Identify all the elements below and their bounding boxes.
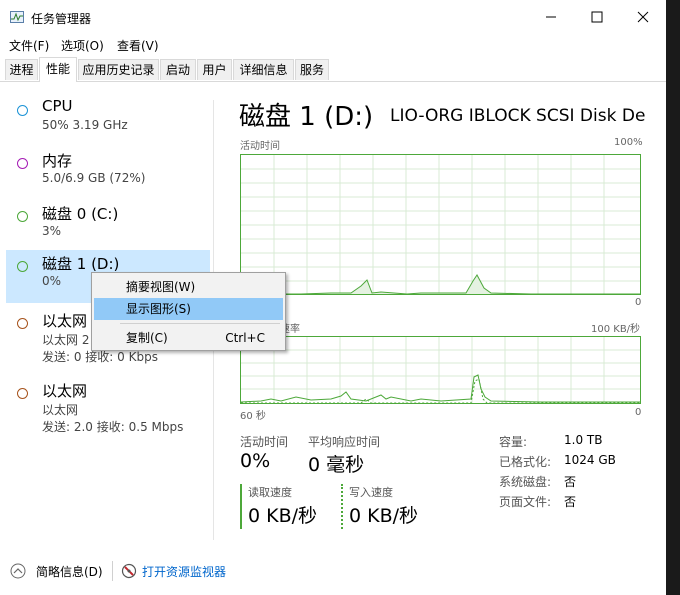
read-speed-label: 读取速度 — [248, 486, 292, 499]
minimize-icon — [546, 16, 556, 18]
ethernet-indicator-icon — [17, 318, 28, 329]
capacity-value: 1.0 TB — [564, 433, 603, 447]
graph1-max: 100% — [614, 137, 643, 148]
system-disk-value: 否 — [564, 475, 577, 489]
context-menu: 摘要视图(W) 显示图形(S) 复制(C) Ctrl+C — [91, 272, 286, 351]
device-ethernet[interactable]: 以太网 以太网 发送: 2.0 接收: 0.5 Mbps — [6, 377, 210, 437]
active-time-value: 0% — [240, 450, 271, 472]
window-title: 任务管理器 — [31, 12, 92, 26]
brief-info-link[interactable]: 简略信息(D) — [36, 563, 103, 580]
menu-view[interactable]: 查看(V) — [117, 37, 159, 54]
disk-indicator-icon — [17, 211, 28, 222]
menu-show-graph[interactable]: 显示图形(S) — [94, 298, 283, 320]
activity-graph-plot — [241, 155, 640, 294]
menu-separator — [120, 323, 280, 324]
activity-graph — [240, 154, 641, 295]
graph2-min: 0 — [635, 407, 642, 418]
device-throughput: 发送: 2.0 接收: 0.5 Mbps — [42, 420, 184, 434]
device-title: 磁盘 1 (D:) — [239, 102, 374, 132]
open-resource-monitor-link[interactable]: 打开资源监视器 — [142, 563, 226, 580]
tab-startup[interactable]: 启动 — [160, 59, 196, 80]
device-name: CPU — [42, 97, 73, 115]
device-status: 以太网 2 — [42, 333, 90, 347]
device-status: 5.0/6.9 GB (72%) — [42, 171, 146, 185]
device-name: 以太网 — [42, 312, 88, 330]
device-name: 内存 — [42, 152, 73, 170]
page-file-label: 页面文件: — [499, 495, 552, 509]
tab-services[interactable]: 服务 — [295, 59, 329, 80]
read-speed: 读取速度 0 KB/秒 — [240, 484, 317, 529]
device-disk-0[interactable]: 磁盘 0 (C:) 3% — [6, 200, 210, 253]
formatted-label: 已格式化: — [499, 455, 552, 469]
menu-item-label: 显示图形(S) — [126, 302, 191, 316]
graph1-min: 0 — [635, 297, 642, 308]
device-name: 磁盘 1 (D:) — [42, 255, 120, 273]
menu-item-label: 摘要视图(W) — [126, 280, 196, 294]
resource-monitor-icon[interactable] — [121, 563, 137, 579]
tab-processes[interactable]: 进程 — [5, 59, 38, 80]
footer: 简略信息(D) 打开资源监视器 — [0, 555, 666, 587]
tab-details[interactable]: 详细信息 — [233, 59, 294, 80]
page-file-value: 否 — [564, 495, 577, 509]
system-disk-label: 系统磁盘: — [499, 475, 552, 489]
write-speed-value: 0 KB/秒 — [349, 505, 419, 527]
title-bar: 任务管理器 — [0, 0, 666, 34]
maximize-icon — [591, 11, 603, 23]
tab-app-history[interactable]: 应用历史记录 — [78, 59, 159, 80]
write-speed: 写入速度 0 KB/秒 — [341, 484, 418, 529]
maximize-button[interactable] — [574, 0, 620, 34]
minimize-button[interactable] — [528, 0, 574, 34]
device-name: 以太网 — [42, 382, 88, 400]
footer-divider — [112, 561, 113, 581]
capacity-label: 容量: — [499, 435, 528, 449]
device-cpu[interactable]: CPU 50% 3.19 GHz — [6, 94, 210, 147]
cpu-indicator-icon — [17, 105, 28, 116]
menu-file[interactable]: 文件(F) — [9, 37, 49, 54]
menu-copy[interactable]: 复制(C) Ctrl+C — [94, 327, 283, 349]
device-status: 0% — [42, 274, 62, 288]
menu-bar: 文件(F) 选项(O) 查看(V) — [0, 34, 666, 55]
graph2-max: 100 KB/秒 — [591, 324, 641, 335]
transfer-rate-graph-plot — [241, 337, 640, 403]
ethernet-indicator-icon — [17, 388, 28, 399]
read-speed-value: 0 KB/秒 — [248, 505, 318, 527]
task-manager-window: 任务管理器 文件(F) 选项(O) 查看(V) 进程 性能 应用历史记录 启动 … — [0, 0, 666, 595]
device-memory[interactable]: 内存 5.0/6.9 GB (72%) — [6, 147, 210, 200]
graph1-label: 活动时间 — [240, 141, 280, 152]
menu-summary-view[interactable]: 摘要视图(W) — [94, 276, 283, 298]
tab-bar: 进程 性能 应用历史记录 启动 用户 详细信息 服务 — [0, 57, 666, 82]
tab-users[interactable]: 用户 — [197, 59, 232, 80]
active-time-label: 活动时间 — [240, 435, 289, 449]
device-status: 以太网 — [42, 403, 79, 417]
device-model: LIO-ORG IBLOCK SCSI Disk Dev... — [390, 106, 645, 126]
response-time-label: 平均响应时间 — [308, 435, 381, 449]
memory-indicator-icon — [17, 158, 28, 169]
graph2-time: 60 秒 — [240, 411, 266, 422]
task-manager-icon — [10, 11, 24, 23]
write-speed-label: 写入速度 — [349, 486, 393, 499]
collapse-icon[interactable] — [10, 563, 26, 579]
menu-options[interactable]: 选项(O) — [61, 37, 104, 54]
device-status: 3% — [42, 224, 62, 238]
response-time-value: 0 毫秒 — [308, 454, 365, 476]
menu-item-label: 复制(C) — [126, 331, 168, 345]
device-status: 50% 3.19 GHz — [42, 118, 128, 132]
tab-performance[interactable]: 性能 — [39, 57, 77, 82]
formatted-value: 1024 GB — [564, 453, 616, 467]
close-icon — [637, 11, 649, 23]
transfer-rate-graph — [240, 336, 641, 404]
disk-indicator-icon — [17, 261, 28, 272]
close-button[interactable] — [620, 0, 666, 34]
device-name: 磁盘 0 (C:) — [42, 205, 119, 223]
menu-item-shortcut: Ctrl+C — [225, 331, 265, 345]
